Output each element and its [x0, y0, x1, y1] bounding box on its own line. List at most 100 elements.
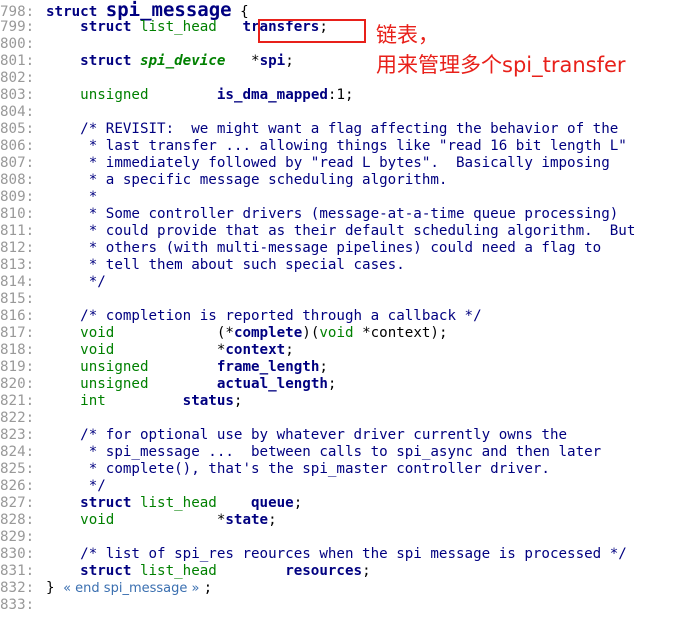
- code-token: */: [46, 478, 106, 494]
- code-line: 826: */: [0, 478, 106, 495]
- code-line: 820: unsigned actual_length;: [0, 376, 336, 393]
- code-line: 802:: [0, 70, 46, 87]
- code-token: ;: [327, 376, 337, 392]
- end-block-tag[interactable]: « end spi_message »: [63, 581, 204, 596]
- code-token: unsigned: [80, 87, 149, 103]
- line-number: 815:: [0, 291, 35, 307]
- code-token: struct: [80, 53, 140, 69]
- code-line: 813: * tell them about such special case…: [0, 257, 405, 274]
- code-token: resources: [285, 563, 363, 579]
- code-line: 828: void *state;: [0, 512, 277, 529]
- code-line: 830: /* list of spi_res reources when th…: [0, 546, 627, 563]
- line-number: 801:: [0, 53, 35, 69]
- code-line: 811: * could provide that as their defau…: [0, 223, 635, 240]
- code-line: 810: * Some controller drivers (message-…: [0, 206, 618, 223]
- line-number: 810:: [0, 206, 35, 222]
- code-token: *: [46, 189, 98, 205]
- line-number: 822:: [0, 410, 35, 426]
- line-number: 803:: [0, 87, 35, 103]
- code-line: 825: * complete(), that's the spi_master…: [0, 461, 550, 478]
- line-number: 807:: [0, 155, 35, 171]
- code-line: 805: /* REVISIT: we might want a flag af…: [0, 121, 618, 138]
- annotation-line-2: 用来管理多个spi_transfer: [376, 53, 626, 77]
- code-token: * others (with multi-message pipelines) …: [46, 240, 602, 256]
- line-number: 831:: [0, 563, 35, 579]
- code-line: 807: * immediately followed by "read L b…: [0, 155, 610, 172]
- code-token: void: [319, 325, 354, 341]
- code-token: struct: [80, 495, 140, 511]
- code-line: 817: void (*complete)(void *context);: [0, 325, 448, 342]
- line-number: 818:: [0, 342, 35, 358]
- code-token: * tell them about such special cases.: [46, 257, 405, 273]
- line-number: 806:: [0, 138, 35, 154]
- code-line: 803: unsigned is_dma_mapped:1;: [0, 87, 354, 104]
- code-line: 808: * a specific message scheduling alg…: [0, 172, 447, 189]
- code-token: ;: [285, 342, 294, 358]
- line-number: 819:: [0, 359, 35, 375]
- code-token: list_head: [139, 563, 217, 579]
- code-token: * complete(), that's the spi_master cont…: [46, 461, 550, 477]
- annotation-line-1: 链表，: [376, 23, 439, 47]
- code-token: context: [225, 342, 286, 358]
- code-token: ;: [285, 53, 294, 69]
- line-number: 814:: [0, 274, 35, 290]
- code-token: {: [231, 4, 249, 20]
- line-number: 821:: [0, 393, 35, 409]
- code-token: int: [80, 393, 106, 409]
- code-line: 809: *: [0, 189, 97, 206]
- code-line: 814: */: [0, 274, 106, 291]
- line-number: 804:: [0, 104, 35, 120]
- code-token: *: [114, 512, 226, 528]
- code-line: 815:: [0, 291, 46, 308]
- code-line: 812: * others (with multi-message pipeli…: [0, 240, 601, 257]
- code-line: 832:} « end spi_message » ;: [0, 580, 212, 597]
- code-line: 818: void *context;: [0, 342, 294, 359]
- code-token: ;: [319, 359, 328, 375]
- code-token: unsigned: [80, 376, 149, 392]
- line-number: 824:: [0, 444, 35, 460]
- code-line: 816: /* completion is reported through a…: [0, 308, 482, 325]
- line-number: 813:: [0, 257, 35, 273]
- code-token: struct: [80, 19, 140, 35]
- code-token: struct: [80, 563, 140, 579]
- code-token: *context);: [353, 325, 448, 341]
- code-line: 823: /* for optional use by whatever dri…: [0, 427, 567, 444]
- line-number: 828:: [0, 512, 35, 528]
- code-token: /* list of spi_res reources when the spi…: [46, 546, 627, 562]
- code-token: actual_length: [216, 376, 328, 392]
- line-number: 829:: [0, 529, 35, 545]
- code-token: ;: [233, 393, 243, 409]
- code-line: 806: * last transfer ... allowing things…: [0, 138, 627, 155]
- line-number: 823:: [0, 427, 35, 443]
- code-token: /* REVISIT: we might want a flag affecti…: [46, 121, 619, 137]
- line-number: 825:: [0, 461, 35, 477]
- line-number: 816:: [0, 308, 35, 324]
- line-number: 820:: [0, 376, 35, 392]
- line-number: 811:: [0, 223, 35, 239]
- code-token: spi_message: [105, 0, 232, 21]
- code-token: queue: [251, 495, 294, 511]
- code-viewer: 798: struct spi_message {799: struct list…: [0, 0, 674, 621]
- code-line: 824: * spi_message ... between calls to …: [0, 444, 601, 461]
- code-token: list_head: [139, 495, 217, 511]
- code-line: 831: struct list_head resources;: [0, 563, 371, 580]
- code-token: complete: [233, 325, 303, 341]
- code-token: *: [225, 53, 260, 69]
- code-token: /* completion is reported through a call…: [46, 308, 482, 324]
- line-number: 800:: [0, 36, 35, 52]
- code-token: ;: [268, 512, 277, 528]
- code-token: ;: [293, 495, 303, 511]
